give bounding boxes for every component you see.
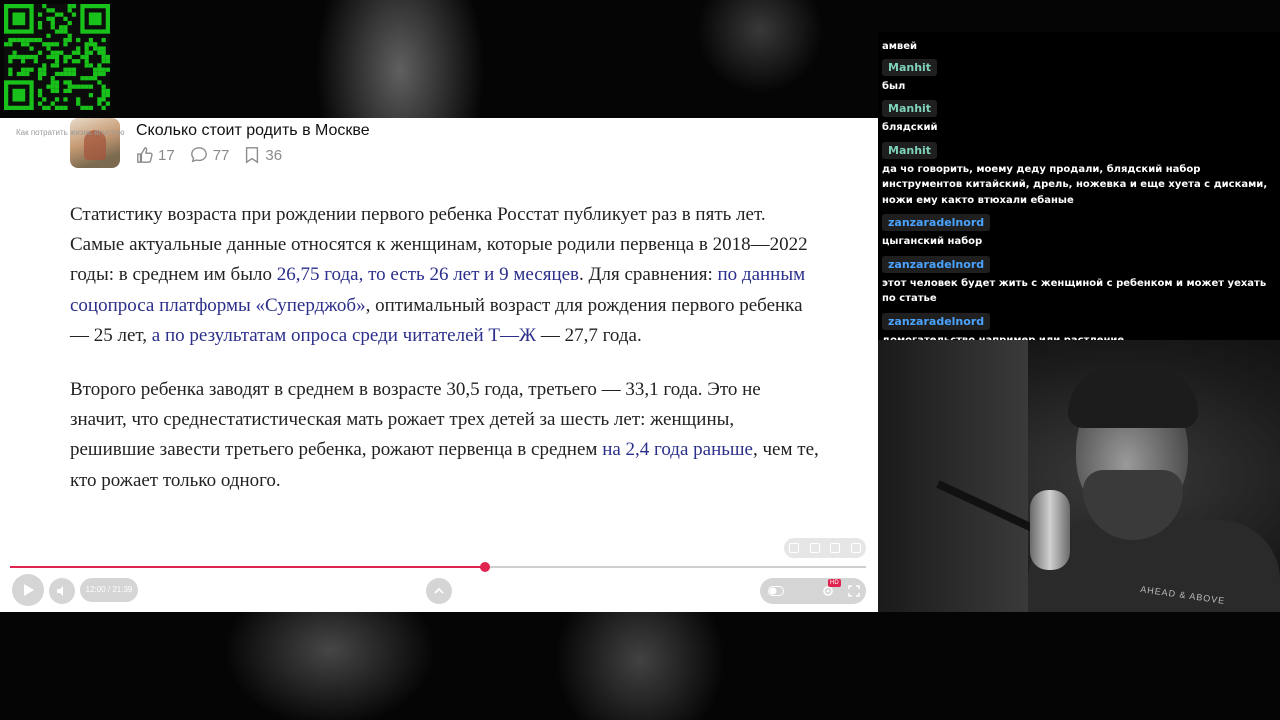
bookmark-count: 36 [265, 146, 283, 164]
expand-button[interactable] [426, 578, 452, 604]
chat-text: да чо говорить, моему деду продали, бляд… [882, 163, 1268, 206]
chat-message: zanzaradelnord этот человек будет жить с … [882, 255, 1278, 307]
stream-chat: амвей Manhit был Manhit блядский Manhit да чо … [878, 32, 1280, 346]
video-progress-bar[interactable] [10, 562, 866, 572]
progress-fill [10, 566, 486, 568]
bookmark-icon [246, 147, 259, 164]
article-video-panel: Как потратить жизнь впустую Сколько стои… [0, 118, 878, 612]
webcam-feed: AHEAD & ABOVE [878, 340, 1280, 612]
chat-message: zanzaradelnord цыганский набор [882, 213, 1278, 250]
comment-count: 77 [212, 146, 230, 164]
article-link[interactable]: а по результатам опроса среди читателей … [152, 325, 536, 346]
like-icon [137, 147, 153, 163]
article-title[interactable]: Сколько стоит родить в Москве [136, 122, 370, 140]
video-overlay-title: Как потратить жизнь впустую [16, 128, 125, 137]
player-right-controls [760, 578, 866, 604]
microphone [1030, 490, 1070, 570]
chat-username[interactable]: Manhit [882, 141, 938, 159]
quick-action-icon[interactable] [850, 543, 861, 553]
streamer-hair [1068, 368, 1198, 428]
fullscreen-icon[interactable] [848, 585, 860, 597]
chevron-up-icon [434, 587, 444, 594]
play-button[interactable] [12, 574, 44, 606]
time-display: 12:00 / 21:39 [80, 578, 138, 602]
chat-username[interactable]: Manhit [882, 58, 938, 76]
like-button[interactable]: 17 [136, 146, 175, 164]
chat-username[interactable]: zanzaradelnord [882, 312, 991, 330]
hd-badge: HD [828, 579, 841, 587]
like-count: 17 [158, 146, 175, 164]
article-link[interactable]: 26,75 года, то есть 26 лет и 9 месяцев [277, 264, 579, 285]
article-paragraph: Второго ребенка заводят в среднем в возр… [70, 375, 820, 496]
chat-message: Manhit был [882, 58, 1278, 95]
webcam-wall [878, 340, 1028, 612]
progress-handle[interactable] [480, 562, 491, 572]
article-link[interactable]: на 2,4 года раньше [602, 439, 753, 460]
volume-button[interactable] [49, 578, 75, 604]
chat-username[interactable]: Manhit [882, 100, 938, 117]
chat-message: Manhit да чо говорить, моему деду продали… [882, 141, 1278, 209]
quick-action-icon[interactable] [809, 543, 820, 553]
comment-icon [190, 147, 207, 163]
article-stats: 17 77 36 [136, 146, 296, 164]
bookmark-button[interactable]: 36 [243, 146, 282, 164]
chat-text: амвей [882, 41, 918, 52]
chat-text: блядский [882, 122, 938, 133]
chat-username[interactable]: zanzaradelnord [882, 214, 991, 231]
qr-code-icon [4, 4, 110, 110]
quick-action-icon[interactable] [830, 543, 841, 553]
chat-text: цыганский набор [882, 236, 983, 247]
chat-message: амвей [882, 36, 1278, 55]
video-quick-actions[interactable] [784, 538, 866, 558]
article-text: . Для сравнения: [579, 264, 718, 286]
author-avatar [70, 118, 120, 168]
comment-button[interactable]: 77 [189, 146, 230, 164]
article-body: Статистику возраста при рождении первого… [70, 200, 820, 520]
play-icon [24, 584, 34, 596]
toggle-icon[interactable] [768, 586, 784, 596]
chat-message: Manhit блядский [882, 99, 1278, 136]
chat-text: был [882, 80, 906, 92]
quick-action-icon[interactable] [789, 543, 800, 553]
chat-text: этот человек будет жить с женщиной с реб… [882, 277, 1267, 305]
chat-username[interactable]: zanzaradelnord [882, 255, 991, 273]
article-text: — 27,7 года. [536, 324, 642, 346]
volume-icon [57, 586, 63, 596]
article-paragraph: Статистику возраста при рождении первого… [70, 200, 820, 351]
